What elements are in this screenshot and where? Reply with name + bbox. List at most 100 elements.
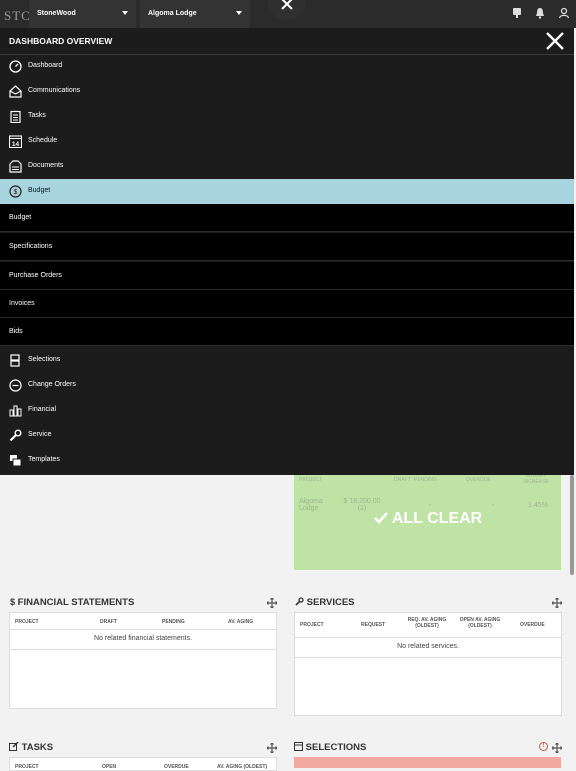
submenu-item-label: Budget <box>9 214 32 221</box>
move-icon[interactable] <box>267 598 277 608</box>
close-icon[interactable] <box>544 30 566 52</box>
column-header: PROJECT <box>15 764 39 770</box>
column-header: PENDING <box>162 619 185 625</box>
move-icon[interactable] <box>552 598 562 608</box>
services-panel: PROJECT REQUEST REQ. AV. AGING (OLDEST) … <box>294 612 562 716</box>
company-select[interactable]: StoneWood <box>29 0 136 28</box>
menu-item-communications[interactable]: Communications <box>0 79 574 104</box>
submenu-item-budget[interactable]: Budget <box>0 204 574 232</box>
pending-cell: - <box>429 502 432 509</box>
checkmark-icon <box>374 512 388 524</box>
empty-message: No related financial statements. <box>93 635 193 642</box>
wrench-icon <box>9 429 22 442</box>
submenu-item-label: Purchase Orders <box>9 272 62 279</box>
menu-item-service[interactable]: Service <box>0 423 574 448</box>
financial-statements-panel: PROJECT DRAFT PENDING AV. AGING No relat… <box>9 612 277 709</box>
submenu-item-label: Specifications <box>9 243 53 250</box>
column-header: REQ. AV. AGING (OLDEST) <box>407 617 447 629</box>
divider <box>10 629 276 630</box>
templates-icon <box>10 455 22 467</box>
budget-increase-cell: 1.45% <box>528 502 548 509</box>
empty-message: No related services. <box>397 643 459 650</box>
menu-item-dashboard[interactable]: Dashboard <box>0 54 574 79</box>
chat-icon[interactable] <box>511 7 523 19</box>
divider <box>295 657 561 658</box>
submenu-item-specifications[interactable]: Specifications <box>0 233 574 261</box>
menu-title: DASHBOARD OVERVIEW <box>9 36 113 46</box>
submenu-item-bids[interactable]: Bids <box>0 318 574 346</box>
submenu-item-label: Invoices <box>9 300 35 307</box>
panel-title-text: TASKS <box>21 742 54 753</box>
selections-icon <box>294 742 303 751</box>
selections-title: SELECTIONS <box>294 742 366 753</box>
menu-item-templates[interactable]: Templates <box>0 448 574 473</box>
move-icon[interactable] <box>267 743 277 753</box>
column-header: OVERDUE <box>164 764 189 770</box>
submenu-item-invoices[interactable]: Invoices <box>0 290 574 318</box>
menu-item-schedule[interactable]: 14 Schedule <box>0 129 574 154</box>
wrench-icon <box>295 597 304 606</box>
menu-item-label: Dashboard <box>28 62 63 69</box>
services-title: SERVICES <box>295 597 355 608</box>
menu-item-budget[interactable]: $ Budget <box>0 179 574 204</box>
move-icon[interactable] <box>552 743 562 753</box>
company-logo: STC <box>4 8 31 23</box>
divider <box>10 649 276 650</box>
column-header: OVERDUE <box>520 622 545 628</box>
money-bag-icon: $ <box>9 185 22 198</box>
project-cell: Algoma Lodge <box>299 498 323 512</box>
change-orders-icon <box>9 379 22 392</box>
alert-icon: ! <box>539 742 548 751</box>
menu-item-label: Budget <box>28 187 51 194</box>
menu-item-label: Financial <box>28 406 57 413</box>
navigation-menu: DASHBOARD OVERVIEW Dashboard Communicati… <box>0 28 574 475</box>
column-header: DRAFT <box>394 477 411 483</box>
menu-item-financial[interactable]: Financial <box>0 398 574 423</box>
close-icon <box>281 0 293 10</box>
clipboard-icon <box>10 110 21 123</box>
column-header: REQUEST <box>361 622 386 628</box>
menu-item-label: Templates <box>28 456 60 463</box>
menu-item-label: Change Orders <box>28 381 76 388</box>
menu-item-documents[interactable]: Documents <box>0 154 574 179</box>
all-clear-status: ALL CLEAR <box>374 510 482 528</box>
svg-text:$: $ <box>14 189 18 196</box>
menu-item-label: Schedule <box>28 137 58 144</box>
edit-icon <box>9 741 19 751</box>
dashboard-icon <box>9 60 22 73</box>
all-clear-label: ALL CLEAR <box>391 510 483 527</box>
submenu-item-purchase-orders[interactable]: Purchase Orders <box>0 262 574 290</box>
communications-icon <box>9 85 22 98</box>
menu-item-label: Communications <box>28 87 81 94</box>
menu-item-selections[interactable]: Selections <box>0 348 574 373</box>
selections-alert-card <box>294 757 561 768</box>
user-icon[interactable] <box>558 7 570 19</box>
menu-header: DASHBOARD OVERVIEW <box>0 28 574 55</box>
menu-item-label: Tasks <box>28 112 46 119</box>
overdue-cell: - <box>492 502 495 509</box>
documents-icon <box>9 160 22 173</box>
column-header: AV. AGING <box>228 619 254 625</box>
dollar-icon: $ <box>10 597 16 607</box>
divider <box>295 637 561 638</box>
tasks-title: TASKS <box>9 741 54 753</box>
column-header: PROJECT <box>15 619 39 625</box>
menu-item-tasks[interactable]: Tasks <box>0 104 574 129</box>
column-header: AV. AGING (OLDEST) <box>217 764 268 770</box>
menu-item-label: Documents <box>28 162 64 169</box>
bar-chart-icon <box>9 405 22 417</box>
project-select[interactable]: Algoma Lodge <box>140 0 250 28</box>
menu-item-change-orders[interactable]: Change Orders <box>0 373 574 398</box>
column-header: OPEN AV. AGING (OLDEST) <box>459 617 501 629</box>
bell-icon[interactable] <box>534 7 546 19</box>
project-select-value: Algoma Lodge <box>148 10 197 17</box>
submenu-item-label: Bids <box>9 328 23 335</box>
column-header: PROJECT <box>299 477 323 483</box>
calendar-day: 14 <box>12 141 20 148</box>
tasks-panel: PROJECT OPEN OVERDUE AV. AGING (OLDEST) <box>9 757 277 771</box>
column-header: OVERDUE <box>466 477 491 483</box>
scrollbar[interactable] <box>570 475 574 575</box>
menu-item-label: Selections <box>28 356 61 363</box>
column-header: PENDING <box>414 477 437 483</box>
chevron-down-icon <box>122 11 128 15</box>
